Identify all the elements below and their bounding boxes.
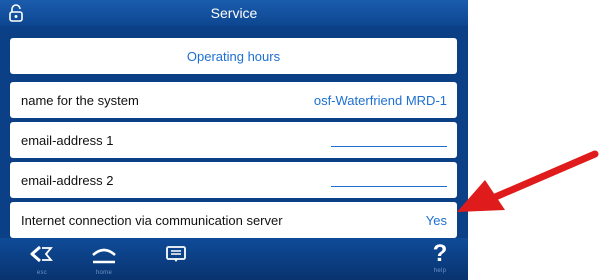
red-arrow-icon	[457, 150, 599, 212]
email-2-input-line[interactable]	[331, 186, 447, 187]
page-title: Service	[210, 5, 258, 21]
internet-connection-label: Internet connection via communication se…	[21, 213, 283, 228]
email-2-label: email-address 2	[21, 173, 114, 188]
system-name-row[interactable]: name for the system osf-Waterfriend MRD-…	[10, 82, 457, 118]
title-bar: Service	[0, 0, 468, 26]
menu-button[interactable]	[156, 244, 196, 278]
esc-button[interactable]: esc	[22, 244, 62, 278]
operating-hours-button[interactable]: Operating hours	[10, 38, 457, 74]
internet-connection-value[interactable]: Yes	[426, 213, 447, 228]
email-1-row[interactable]: email-address 1	[10, 122, 457, 158]
email-1-input-line[interactable]	[331, 146, 447, 147]
home-button[interactable]: home	[84, 244, 124, 278]
internet-connection-row[interactable]: Internet connection via communication se…	[10, 202, 457, 238]
help-icon: ?	[432, 240, 448, 267]
help-label: help	[433, 268, 447, 274]
home-icon	[92, 248, 116, 264]
bottom-nav: esc home ? help	[0, 238, 468, 280]
system-name-value[interactable]: osf-Waterfriend MRD-1	[314, 93, 447, 108]
menu-icon	[166, 246, 186, 262]
home-label: home	[95, 270, 113, 276]
email-2-row[interactable]: email-address 2	[10, 162, 457, 198]
esc-label: esc	[36, 270, 48, 276]
settings-list: Operating hours name for the system osf-…	[6, 30, 458, 238]
system-name-label: name for the system	[21, 93, 139, 108]
back-icon	[30, 245, 53, 263]
help-button[interactable]: ? help	[422, 238, 458, 280]
operating-hours-label: Operating hours	[186, 49, 281, 64]
device-screen: Service Operating hours name for the sys…	[0, 0, 468, 280]
email-1-label: email-address 1	[21, 133, 114, 148]
